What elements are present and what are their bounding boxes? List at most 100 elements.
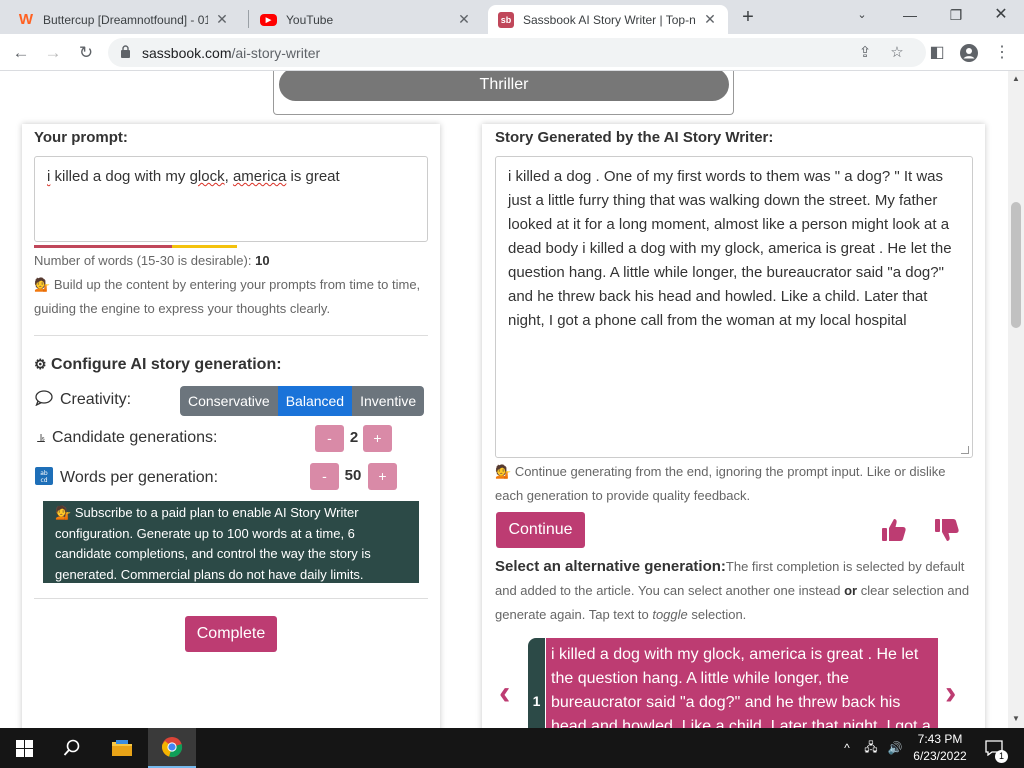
chevron-left-icon[interactable]: ‹ [499, 676, 510, 710]
word-count-progress-target [172, 245, 237, 248]
subscribe-notice: 💁 Subscribe to a paid plan to enable AI … [43, 501, 419, 583]
creativity-label: Creativity: [60, 390, 132, 408]
forward-arrow-icon[interactable]: → [41, 41, 65, 65]
url-path: /ai-story-writer [231, 45, 321, 61]
tab-strip: W Buttercup [Dreamnotfound] - 01 ✕ ▶ You… [0, 0, 1024, 34]
prompt-hint: 💁 Build up the content by entering your … [34, 273, 430, 321]
thumbs-down-icon[interactable] [934, 517, 960, 543]
continue-button[interactable]: Continue [496, 512, 585, 548]
sassbook-icon: sb [498, 11, 514, 28]
volume-icon[interactable]: 🔊 [884, 728, 906, 768]
alternative-generation-section: Select an alternative generation:The fir… [495, 555, 973, 627]
scrollbar-thumb[interactable] [1011, 202, 1021, 328]
tab-youtube[interactable]: ▶ YouTube ✕ [250, 5, 482, 34]
restore-button[interactable]: ❐ [941, 4, 971, 26]
clock-time: 7:43 PM [917, 732, 963, 746]
svg-text:cd: cd [40, 477, 47, 484]
words-row: ab cd Words per generation: [34, 467, 218, 488]
thumbs-up-icon[interactable] [881, 517, 907, 543]
new-tab-button[interactable]: + [737, 6, 759, 28]
genre-thriller-button[interactable]: Thriller [279, 71, 729, 101]
divider [34, 598, 428, 599]
close-tab-icon[interactable]: ✕ [214, 11, 230, 28]
side-panel-icon[interactable]: ◧ [925, 41, 949, 65]
creativity-balanced-button[interactable]: Balanced [277, 386, 353, 416]
back-arrow-icon[interactable]: ← [9, 41, 33, 65]
url-host: sassbook.com [142, 45, 232, 61]
address-bar[interactable]: sassbook.com/ai-story-writer ⇪ ☆ [108, 38, 926, 67]
divider [34, 335, 428, 336]
tab-divider [248, 10, 249, 28]
file-explorer-icon[interactable] [98, 728, 146, 768]
prompt-card: Your prompt: i killed a dog with my gloc… [22, 124, 440, 728]
network-icon[interactable]: 🖧 [860, 728, 882, 768]
wattpad-icon: W [18, 11, 34, 28]
complete-button[interactable]: Complete [185, 616, 277, 652]
story-text: i killed a dog . One of my first words t… [508, 168, 952, 329]
story-label: Story Generated by the AI Story Writer: [495, 129, 774, 146]
continue-hint: 💁 Continue generating from the end, igno… [495, 460, 973, 508]
scroll-down-arrow-icon[interactable]: ▼ [1008, 714, 1024, 723]
alternative-generation-card[interactable]: i killed a dog with my glock, america is… [546, 638, 938, 728]
chevron-right-icon[interactable]: › [945, 676, 956, 710]
tab-title: Buttercup [Dreamnotfound] - 01 [43, 12, 208, 27]
candidates-decrement-button[interactable]: - [315, 425, 344, 452]
close-tab-icon[interactable]: ✕ [702, 11, 718, 28]
words-label: Words per generation: [60, 468, 219, 486]
tab-search-chevron-icon[interactable]: ⌄ [847, 4, 877, 26]
tray-overflow-chevron-icon[interactable]: ^ [838, 728, 856, 768]
tab-title: Sassbook AI Story Writer | Top-n [523, 12, 696, 27]
notification-center-icon[interactable]: 1 [982, 728, 1008, 768]
close-tab-icon[interactable]: ✕ [456, 11, 472, 28]
tab-sassbook[interactable]: sb Sassbook AI Story Writer | Top-n ✕ [488, 5, 728, 34]
tab-title: YouTube [286, 12, 334, 27]
prompt-label: Your prompt: [34, 129, 128, 146]
candidates-label: Candidate generations: [52, 429, 218, 446]
story-card: Story Generated by the AI Story Writer: … [482, 124, 985, 728]
resize-handle[interactable] [961, 446, 969, 454]
lock-icon [121, 45, 130, 58]
scroll-up-arrow-icon[interactable]: ▲ [1008, 74, 1024, 83]
chrome-icon[interactable] [148, 728, 196, 768]
creativity-inventive-button[interactable]: Inventive [352, 386, 425, 416]
prompt-word: glock [189, 168, 225, 185]
words-decrement-button[interactable]: - [310, 463, 339, 490]
notification-count-badge: 1 [995, 750, 1008, 763]
youtube-icon: ▶ [260, 13, 277, 26]
prompt-textarea[interactable]: i killed a dog with my glock, america is… [34, 156, 428, 242]
clock-date: 6/23/2022 [913, 749, 967, 763]
cursive-squiggle-icon: ⫡ [36, 430, 45, 445]
page-viewport: Thriller Your prompt: i killed a dog wit… [0, 71, 1008, 728]
menu-kebab-icon[interactable]: ⋮ [990, 41, 1014, 65]
word-count-label: Number of words (15-30 is desirable): [34, 253, 252, 268]
minimize-button[interactable]: — [895, 4, 925, 26]
candidates-increment-button[interactable]: + [363, 425, 392, 452]
creativity-conservative-button[interactable]: Conservative [180, 386, 278, 416]
tab-wattpad[interactable]: W Buttercup [Dreamnotfound] - 01 ✕ [8, 5, 240, 34]
profile-avatar-icon[interactable] [957, 41, 981, 65]
abcd-input-icon: ab cd [34, 467, 54, 488]
reload-icon[interactable]: ↻ [74, 41, 98, 65]
alt-description: selection. [687, 607, 747, 622]
alt-toggle: toggle [652, 607, 688, 622]
alt-or: or [844, 583, 858, 598]
word-count-value: 10 [255, 253, 270, 268]
words-increment-button[interactable]: + [368, 463, 397, 490]
prompt-fragment: killed a dog with my [50, 168, 190, 185]
windows-taskbar: ^ 🖧 🔊 7:43 PM 6/23/2022 1 [0, 728, 1024, 768]
subscribe-text: Subscribe to a paid plan to enable AI St… [55, 505, 371, 582]
candidates-row: ⫡ Candidate generations: [34, 429, 217, 447]
genre-selector: Thriller [273, 71, 734, 115]
system-clock[interactable]: 7:43 PM 6/23/2022 [908, 731, 972, 765]
words-value: 50 [344, 467, 362, 484]
url-text[interactable]: sassbook.com/ai-story-writer [142, 45, 320, 61]
prompt-fragment: is great [286, 168, 340, 185]
story-textarea[interactable]: i killed a dog . One of my first words t… [495, 156, 973, 458]
windows-start-icon[interactable] [0, 728, 48, 768]
candidates-value: 2 [349, 429, 359, 446]
close-window-button[interactable]: ✕ [986, 4, 1016, 26]
page-scrollbar[interactable]: ▲ ▼ [1008, 71, 1024, 728]
search-icon[interactable] [48, 728, 96, 768]
share-icon[interactable]: ⇪ [854, 42, 876, 64]
bookmark-star-icon[interactable]: ☆ [886, 42, 908, 64]
